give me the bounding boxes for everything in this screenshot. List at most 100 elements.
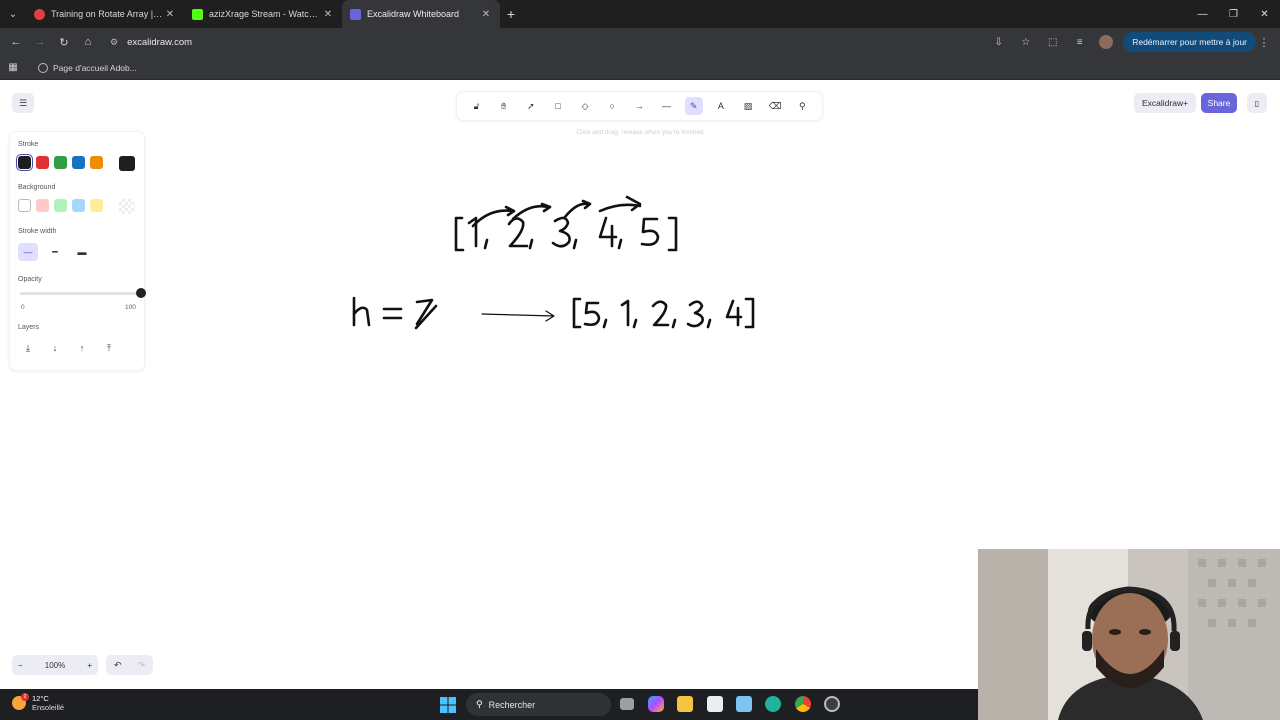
weather-widget[interactable]: 2 12°C Ensoleillé bbox=[12, 693, 64, 712]
chrome-icon[interactable] bbox=[795, 696, 811, 712]
zoom-in-button[interactable]: + bbox=[87, 661, 92, 670]
excalidraw-plus-button[interactable]: Excalidraw+ bbox=[1134, 93, 1197, 113]
image-tool-icon[interactable]: ▨ bbox=[739, 97, 757, 115]
settings-icon[interactable] bbox=[824, 696, 840, 712]
file-explorer-icon[interactable] bbox=[677, 696, 693, 712]
tab-title: Training on Rotate Array | Code bbox=[51, 9, 164, 19]
tab-excalidraw[interactable]: Excalidraw Whiteboard ✕ bbox=[342, 0, 500, 28]
edge-icon[interactable] bbox=[765, 696, 781, 712]
bg-swatch-yellow[interactable] bbox=[90, 199, 103, 212]
eraser-tool-icon[interactable]: ⌫ bbox=[766, 97, 784, 115]
bookmark-star-icon[interactable]: ☆ bbox=[1012, 37, 1039, 48]
copilot-icon[interactable] bbox=[648, 696, 664, 712]
ellipse-tool-icon[interactable]: ○ bbox=[603, 97, 621, 115]
send-backward-icon[interactable]: ↓ bbox=[45, 339, 65, 357]
line-tool-icon[interactable]: — bbox=[658, 97, 676, 115]
restart-update-button[interactable]: Redémarrer pour mettre à jour bbox=[1123, 32, 1256, 52]
stroke-width-thin-button[interactable]: — bbox=[18, 243, 38, 261]
bg-current-color[interactable] bbox=[119, 199, 135, 214]
forward-icon[interactable]: → bbox=[28, 28, 52, 56]
bg-swatch-blue[interactable] bbox=[72, 199, 85, 212]
tab-title: azizXrage Stream - Watch Live bbox=[209, 9, 322, 19]
arc-arrow-1 bbox=[471, 205, 516, 228]
opacity-slider-track[interactable] bbox=[20, 292, 141, 295]
redo-icon[interactable]: ↷ bbox=[137, 660, 145, 671]
bg-swatch-transparent[interactable] bbox=[18, 199, 31, 212]
notepad-icon[interactable] bbox=[736, 696, 752, 712]
restore-icon[interactable]: ❐ bbox=[1218, 0, 1249, 28]
new-tab-button[interactable]: + bbox=[500, 6, 522, 22]
comma bbox=[528, 238, 534, 250]
minimize-icon[interactable]: — bbox=[1187, 0, 1218, 28]
tab-training[interactable]: Training on Rotate Array | Code ✕ bbox=[26, 0, 184, 28]
comma bbox=[671, 318, 677, 329]
stroke-swatch-blue[interactable] bbox=[72, 156, 85, 169]
stroke-width-extra-bold-button[interactable]: ▬ bbox=[72, 243, 92, 261]
bg-swatch-pink[interactable] bbox=[36, 199, 49, 212]
home-icon[interactable]: ⌂ bbox=[76, 28, 100, 56]
arc-arrow-3 bbox=[563, 199, 592, 219]
zoom-out-button[interactable]: − bbox=[18, 661, 23, 670]
windows-taskbar: 2 12°C Ensoleillé ⚲ Rechercher bbox=[0, 689, 978, 720]
reading-list-icon[interactable]: ≡ bbox=[1066, 37, 1093, 48]
zoom-level[interactable]: 100% bbox=[45, 661, 65, 670]
hand-tool-icon[interactable]: ✋︎ bbox=[495, 97, 513, 115]
rectangle-tool-icon[interactable]: □ bbox=[549, 97, 567, 115]
more-menu-icon[interactable]: ⋮ bbox=[1256, 36, 1272, 49]
address-bar[interactable]: ⚙ excalidraw.com bbox=[104, 31, 1004, 53]
library-sidebar-icon[interactable]: ▯ bbox=[1247, 93, 1267, 113]
windows-start-icon[interactable] bbox=[440, 697, 456, 713]
task-view-icon[interactable] bbox=[620, 698, 634, 710]
arc-arrow-4 bbox=[598, 195, 642, 213]
weather-temp: 12°C bbox=[32, 694, 49, 703]
bookmark-adobe[interactable]: Page d'accueil Adob... bbox=[38, 62, 137, 73]
close-tab-icon[interactable]: ✕ bbox=[322, 9, 334, 20]
shape-toolbar: 🔓︎ ✋︎ ➚ □ ◇ ○ → — ✎ A ▨ ⌫ ⚲ bbox=[457, 92, 822, 120]
bring-forward-icon[interactable]: ↑ bbox=[72, 339, 92, 357]
store-icon[interactable] bbox=[707, 696, 723, 712]
stroke-swatch-orange[interactable] bbox=[90, 156, 103, 169]
lock-icon[interactable]: 🔓︎ bbox=[468, 97, 486, 115]
reload-icon[interactable]: ↻ bbox=[52, 28, 76, 56]
stroke-swatch-black[interactable] bbox=[18, 156, 31, 169]
bg-swatch-green[interactable] bbox=[54, 199, 67, 212]
opacity-min: 0 bbox=[21, 304, 25, 311]
digit-1 bbox=[620, 299, 630, 327]
digit-4 bbox=[598, 216, 618, 248]
taskbar-search[interactable]: ⚲ Rechercher bbox=[466, 693, 611, 716]
close-tab-icon[interactable]: ✕ bbox=[164, 9, 176, 20]
digit-4 bbox=[725, 299, 743, 327]
comma bbox=[617, 238, 623, 250]
bring-to-front-icon[interactable]: ⤒ bbox=[99, 339, 119, 357]
main-menu-button[interactable]: ☰ bbox=[12, 93, 34, 113]
arrow-tool-icon[interactable]: → bbox=[630, 97, 648, 115]
pencil-tool-icon[interactable]: ✎ bbox=[684, 97, 703, 115]
bracket-right bbox=[744, 297, 755, 329]
stroke-current-color[interactable] bbox=[119, 156, 135, 171]
stroke-swatch-red[interactable] bbox=[36, 156, 49, 169]
close-window-icon[interactable]: ✕ bbox=[1249, 0, 1280, 28]
undo-icon[interactable]: ↶ bbox=[114, 660, 122, 671]
selection-tool-icon[interactable]: ➚ bbox=[522, 97, 540, 115]
site-info-icon[interactable]: ⚙ bbox=[110, 37, 118, 48]
install-app-icon[interactable]: ⇩ bbox=[985, 37, 1012, 48]
share-button[interactable]: Share bbox=[1201, 93, 1237, 113]
comma bbox=[602, 318, 608, 329]
tab-search-button[interactable]: ⌄ bbox=[0, 0, 26, 28]
close-tab-icon[interactable]: ✕ bbox=[480, 9, 492, 20]
search-placeholder: Rechercher bbox=[488, 699, 536, 710]
opacity-slider-knob[interactable] bbox=[136, 288, 146, 298]
extensions-icon[interactable]: ⬚ bbox=[1039, 37, 1066, 48]
back-icon[interactable]: ← bbox=[4, 28, 28, 56]
apps-grid-icon[interactable]: ▦ bbox=[0, 62, 26, 73]
send-to-back-icon[interactable]: ⤓ bbox=[18, 339, 38, 357]
comma bbox=[706, 318, 712, 329]
tab-stream[interactable]: azizXrage Stream - Watch Live ✕ bbox=[184, 0, 342, 28]
profile-avatar[interactable] bbox=[1099, 35, 1114, 49]
more-tools-icon[interactable]: ⚲ bbox=[793, 97, 811, 115]
stroke-swatch-green[interactable] bbox=[54, 156, 67, 169]
diamond-tool-icon[interactable]: ◇ bbox=[576, 97, 594, 115]
globe-icon bbox=[38, 62, 48, 73]
text-tool-icon[interactable]: A bbox=[712, 97, 730, 115]
stroke-width-bold-button[interactable]: ━ bbox=[45, 243, 65, 261]
